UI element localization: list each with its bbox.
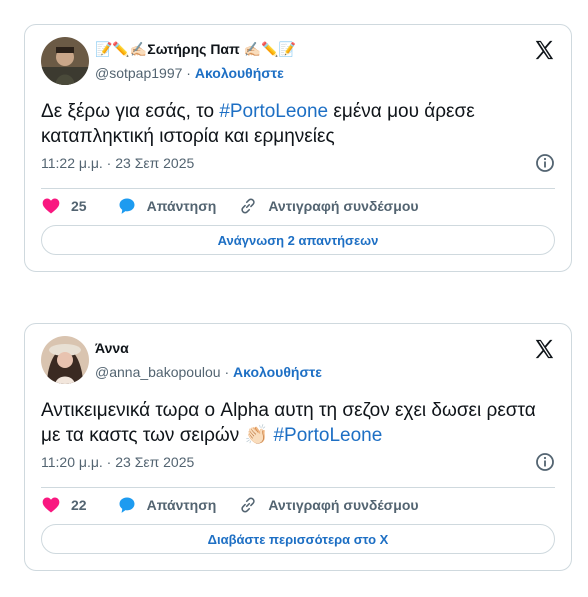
heart-icon: [42, 497, 60, 513]
tweet-text-start: Δε ξέρω για εσάς, το: [41, 101, 220, 122]
handle-line: @sotpap1997 · Ακολουθήστε: [95, 64, 284, 82]
handle[interactable]: @anna_bakopoulou: [95, 364, 221, 380]
action-bar: 25 Απάντηση Αντιγραφή συνδέσμου: [41, 195, 419, 217]
display-name[interactable]: Άννα: [95, 339, 129, 357]
speech-bubble-icon: [119, 497, 135, 513]
copy-link-label: Αντιγραφή συνδέσμου: [268, 497, 419, 513]
action-bar: 22 Απάντηση Αντιγραφή συνδέσμου: [41, 494, 419, 516]
tweet-text: Δε ξέρω για εσάς, το #PortoLeone εμένα μ…: [41, 99, 551, 149]
copy-link-button[interactable]: Αντιγραφή συνδέσμου: [238, 495, 419, 515]
link-icon: [241, 198, 256, 214]
like-button[interactable]: 25: [41, 196, 87, 216]
tweet-card: Άννα @anna_bakopoulou · Ακολουθήστε Αντι…: [24, 323, 572, 571]
hashtag-link[interactable]: #PortoLeone: [273, 425, 382, 446]
copy-link-label: Αντιγραφή συνδέσμου: [268, 198, 419, 214]
timestamp[interactable]: 11:22 μ.μ. · 23 Σεπ 2025: [41, 155, 194, 171]
read-replies-button[interactable]: Ανάγνωση 2 απαντήσεων: [41, 225, 555, 255]
x-logo-icon[interactable]: [533, 39, 555, 61]
tweet-text: Αντικειμενικά τωρα ο Alpha αυτη τη σεζον…: [41, 398, 551, 448]
like-count: 25: [71, 198, 87, 214]
follow-link[interactable]: Ακολουθήστε: [195, 65, 284, 81]
divider: [41, 188, 555, 189]
read-more-button[interactable]: Διαβάστε περισσότερα στο X: [41, 524, 555, 554]
timestamp[interactable]: 11:20 μ.μ. · 23 Σεπ 2025: [41, 454, 194, 470]
tweet-card: 📝✏️✍🏻Σωτήρης Παπ ✍🏻✏️📝 @sotpap1997 · Ακο…: [24, 24, 572, 272]
copy-link-button[interactable]: Αντιγραφή συνδέσμου: [238, 196, 419, 216]
speech-bubble-icon: [119, 198, 135, 214]
reply-label: Απάντηση: [146, 198, 217, 214]
info-icon[interactable]: [535, 153, 555, 173]
avatar[interactable]: [41, 37, 89, 85]
info-icon[interactable]: [535, 452, 555, 472]
heart-icon: [42, 198, 60, 214]
reply-button[interactable]: Απάντηση: [117, 196, 217, 216]
reply-button[interactable]: Απάντηση: [117, 495, 217, 515]
display-name[interactable]: 📝✏️✍🏻Σωτήρης Παπ ✍🏻✏️📝: [95, 40, 296, 58]
like-button[interactable]: 22: [41, 495, 87, 515]
follow-link[interactable]: Ακολουθήστε: [233, 364, 322, 380]
hashtag-link[interactable]: #PortoLeone: [219, 101, 328, 122]
separator: ·: [224, 364, 230, 380]
x-logo-icon[interactable]: [533, 338, 555, 360]
handle-line: @anna_bakopoulou · Ακολουθήστε: [95, 363, 322, 381]
avatar[interactable]: [41, 336, 89, 384]
separator: ·: [186, 65, 191, 81]
handle[interactable]: @sotpap1997: [95, 65, 182, 81]
link-icon: [241, 497, 256, 513]
reply-label: Απάντηση: [146, 497, 217, 513]
like-count: 22: [71, 497, 87, 513]
divider: [41, 487, 555, 488]
